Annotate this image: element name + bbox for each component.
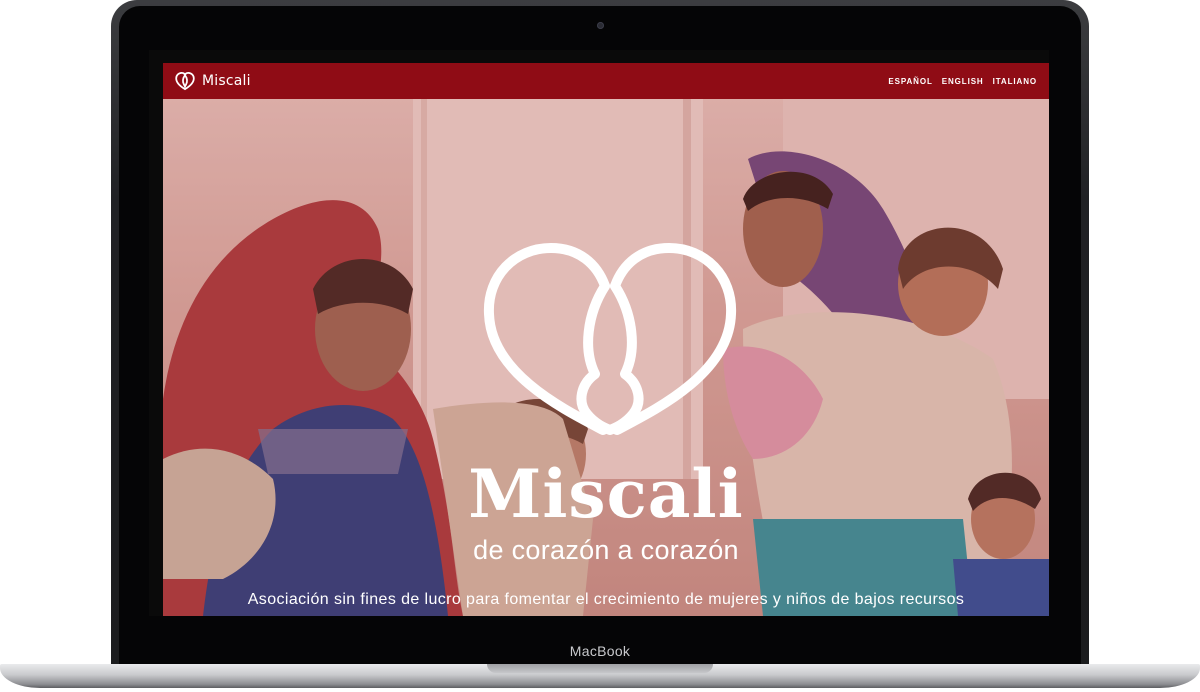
nav-brand-name[interactable]: Miscali	[202, 73, 251, 89]
top-navbar: Miscali ESPAÑOL ENGLISH ITALIANO	[163, 63, 1049, 99]
language-switcher: ESPAÑOL ENGLISH ITALIANO	[888, 77, 1037, 86]
miscali-logo-icon[interactable]	[174, 71, 196, 91]
lang-espanol-link[interactable]: ESPAÑOL	[888, 77, 932, 86]
website-viewport: Miscali ESPAÑOL ENGLISH ITALIANO Miscali…	[163, 63, 1049, 616]
hero-section: Miscali de corazón a corazón Asociación …	[163, 99, 1049, 616]
laptop-notch	[487, 664, 713, 673]
macbook-label: MacBook	[569, 643, 631, 659]
hero-tagline: de corazón a corazón	[473, 535, 739, 565]
double-heart-logo-icon	[483, 242, 737, 435]
hero-description: Asociación sin fines de lucro para fomen…	[247, 591, 965, 608]
camera	[597, 22, 604, 29]
laptop-screen: Miscali ESPAÑOL ENGLISH ITALIANO Miscali…	[149, 50, 1049, 616]
lang-english-link[interactable]: ENGLISH	[942, 77, 984, 86]
hero-title: Miscali	[468, 455, 744, 533]
lang-italiano-link[interactable]: ITALIANO	[993, 77, 1037, 86]
